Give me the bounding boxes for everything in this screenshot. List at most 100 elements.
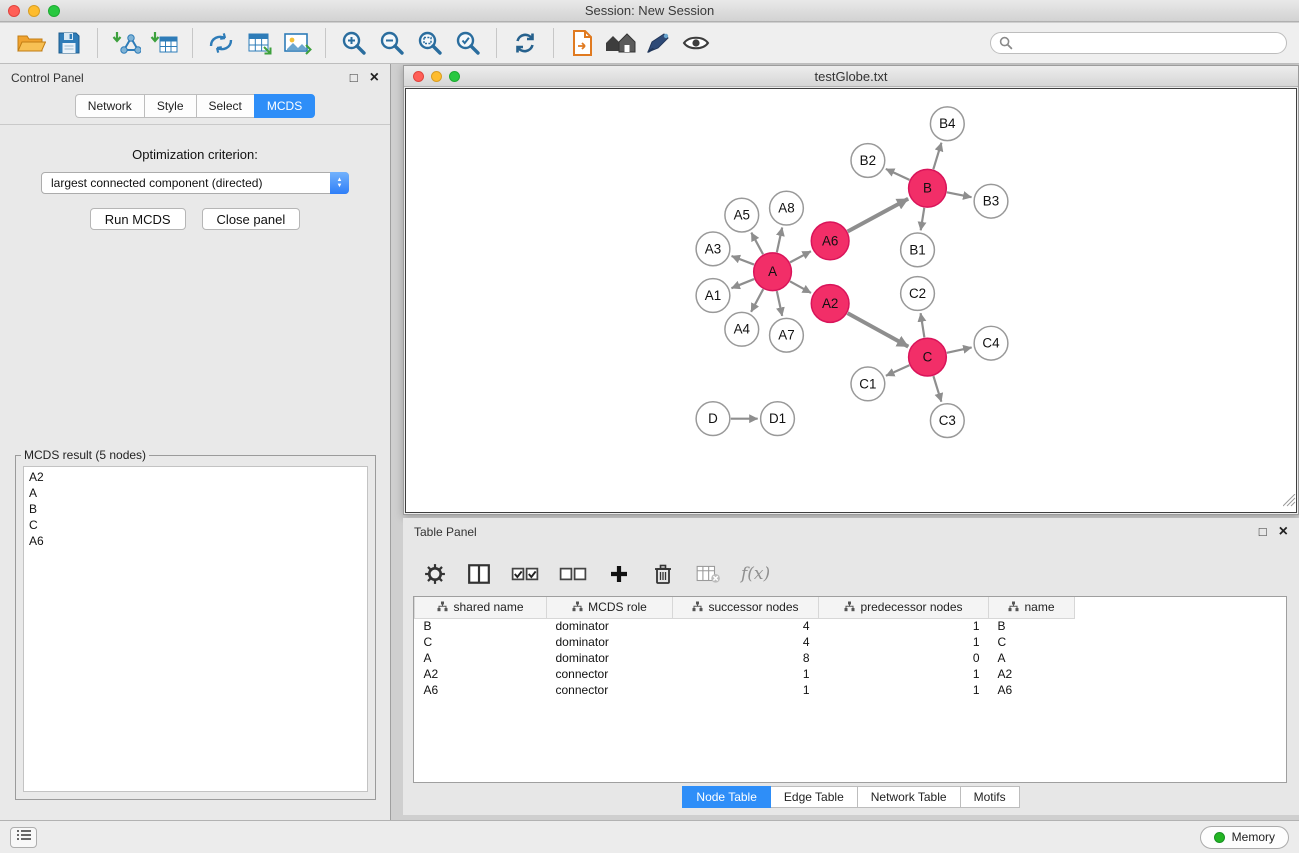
graph-edge-A-A4[interactable] — [751, 289, 763, 312]
graph-node-label: A7 — [778, 328, 794, 343]
new-network-icon[interactable] — [202, 26, 240, 60]
column-header-predecessor-nodes[interactable]: predecessor nodes — [819, 597, 989, 618]
import-network-icon[interactable] — [107, 26, 145, 60]
network-canvas[interactable]: B4B2BB3A5A8A6B1A3AC2A1A2A4A7CC1C4C3DD1 — [405, 88, 1297, 513]
graph-node-label: A2 — [822, 296, 838, 311]
graph-edge-A-A7[interactable] — [777, 291, 782, 316]
graph-edge-C-C2[interactable] — [921, 313, 925, 337]
node-table-wrap: shared nameMCDS rolesuccessor nodesprede… — [413, 596, 1287, 783]
node-table: shared nameMCDS rolesuccessor nodesprede… — [414, 597, 1286, 698]
select-all-icon[interactable] — [511, 561, 539, 587]
graph-edge-C-C4[interactable] — [947, 347, 972, 352]
graph-node-label: D1 — [769, 411, 786, 426]
search-input[interactable] — [990, 32, 1287, 54]
style-tool-icon[interactable] — [639, 26, 677, 60]
graph-edge-C-C3[interactable] — [933, 376, 941, 402]
show-hide-icon[interactable] — [677, 26, 715, 60]
mcds-result-item[interactable]: A2 — [29, 469, 362, 485]
resize-grip-icon[interactable] — [1283, 494, 1296, 512]
show-columns-icon[interactable] — [467, 561, 491, 587]
new-column-icon[interactable] — [607, 561, 631, 587]
table-panel: Table Panel □ × f(x) shared nameMCDS rol… — [403, 518, 1299, 815]
graph-node-label: C2 — [909, 286, 926, 301]
export-image-icon[interactable] — [278, 26, 316, 60]
graph-edge-A6-B[interactable] — [848, 199, 909, 232]
home-icon[interactable] — [601, 26, 639, 60]
mcds-result-title: MCDS result (5 nodes) — [21, 448, 149, 462]
control-panel-tabs: NetworkStyleSelectMCDS — [0, 91, 390, 125]
table-row[interactable]: A2connector11A2 — [415, 666, 1287, 682]
close-panel-button[interactable]: Close panel — [202, 208, 301, 230]
mcds-result-item[interactable]: A — [29, 485, 362, 501]
node-table-body: Bdominator41BCdominator41CAdominator80AA… — [415, 618, 1287, 698]
tab-node-table[interactable]: Node Table — [682, 786, 771, 808]
graph-edge-A-A6[interactable] — [790, 251, 811, 262]
control-panel: Control Panel □ × NetworkStyleSelectMCDS… — [0, 64, 391, 820]
deselect-all-icon[interactable] — [559, 561, 587, 587]
tab-motifs[interactable]: Motifs — [961, 786, 1020, 808]
graph-node-label: C3 — [939, 413, 956, 428]
column-header-shared-name[interactable]: shared name — [415, 597, 547, 618]
delete-table-icon[interactable] — [695, 561, 721, 587]
zoom-selected-icon[interactable] — [449, 26, 487, 60]
graph-edge-B-B2[interactable] — [886, 169, 910, 180]
graph-edge-A2-C[interactable] — [848, 313, 909, 346]
graph-edge-C-C1[interactable] — [886, 365, 909, 376]
graph-node-label: C — [923, 350, 933, 365]
application-window: Session: New Session Control Panel □ × N… — [0, 0, 1299, 853]
optimization-criterion-select[interactable]: largest connected component (directed) ▲… — [41, 172, 349, 194]
function-builder-icon[interactable]: f(x) — [741, 561, 770, 587]
float-table-panel-icon[interactable]: □ — [1259, 525, 1267, 538]
column-header-successor-nodes[interactable]: successor nodes — [673, 597, 819, 618]
memory-label: Memory — [1232, 830, 1275, 844]
graph-node-label: A6 — [822, 233, 838, 248]
float-panel-icon[interactable]: □ — [350, 71, 358, 84]
new-table-icon[interactable] — [240, 26, 278, 60]
table-options-icon[interactable] — [423, 561, 447, 587]
tab-style[interactable]: Style — [144, 94, 196, 118]
run-mcds-button[interactable]: Run MCDS — [90, 208, 186, 230]
mcds-result-item[interactable]: C — [29, 517, 362, 533]
mcds-result-item[interactable]: B — [29, 501, 362, 517]
tab-select[interactable]: Select — [196, 94, 254, 118]
graph-edge-B-B1[interactable] — [921, 208, 925, 230]
column-header-name[interactable]: name — [989, 597, 1075, 618]
tab-edge-table[interactable]: Edge Table — [771, 786, 858, 808]
table-row[interactable]: Cdominator41C — [415, 634, 1287, 650]
graph-edge-B-B4[interactable] — [933, 143, 941, 170]
refresh-icon[interactable] — [506, 26, 544, 60]
dropdown-stepper-icon: ▲▼ — [330, 172, 349, 194]
search-icon — [999, 36, 1013, 55]
close-table-panel-icon[interactable]: × — [1279, 525, 1288, 538]
graph-edge-A-A5[interactable] — [751, 233, 763, 255]
graph-edge-A-A3[interactable] — [732, 256, 754, 265]
import-table-icon[interactable] — [145, 26, 183, 60]
zoom-fit-icon[interactable] — [411, 26, 449, 60]
tab-network-table[interactable]: Network Table — [858, 786, 961, 808]
table-row[interactable]: A6connector11A6 — [415, 682, 1287, 698]
delete-columns-icon[interactable] — [651, 561, 675, 587]
graph-edge-A-A2[interactable] — [790, 281, 811, 293]
graph-node-label: C4 — [982, 336, 1000, 351]
task-history-button[interactable] — [10, 827, 37, 848]
table-row[interactable]: Bdominator41B — [415, 618, 1287, 634]
zoom-in-icon[interactable] — [335, 26, 373, 60]
graph-node-label: A3 — [705, 241, 721, 256]
mcds-result-item[interactable]: A6 — [29, 533, 362, 549]
graph-edge-B-B3[interactable] — [947, 192, 972, 197]
close-panel-icon[interactable]: × — [370, 71, 379, 84]
graph-edge-A-A8[interactable] — [777, 228, 782, 253]
open-session-icon[interactable] — [12, 26, 50, 60]
column-header-MCDS-role[interactable]: MCDS role — [547, 597, 673, 618]
tab-network[interactable]: Network — [75, 94, 144, 118]
open-file-icon[interactable] — [563, 26, 601, 60]
graph-edge-A-A1[interactable] — [731, 279, 754, 288]
table-row[interactable]: Adominator80A — [415, 650, 1287, 666]
graph-node-label: D — [708, 411, 718, 426]
graph-node-label: B — [923, 181, 932, 196]
memory-button[interactable]: Memory — [1200, 826, 1289, 849]
zoom-out-icon[interactable] — [373, 26, 411, 60]
save-session-icon[interactable] — [50, 26, 88, 60]
tab-mcds[interactable]: MCDS — [254, 94, 315, 118]
table-panel-title: Table Panel — [414, 525, 477, 539]
